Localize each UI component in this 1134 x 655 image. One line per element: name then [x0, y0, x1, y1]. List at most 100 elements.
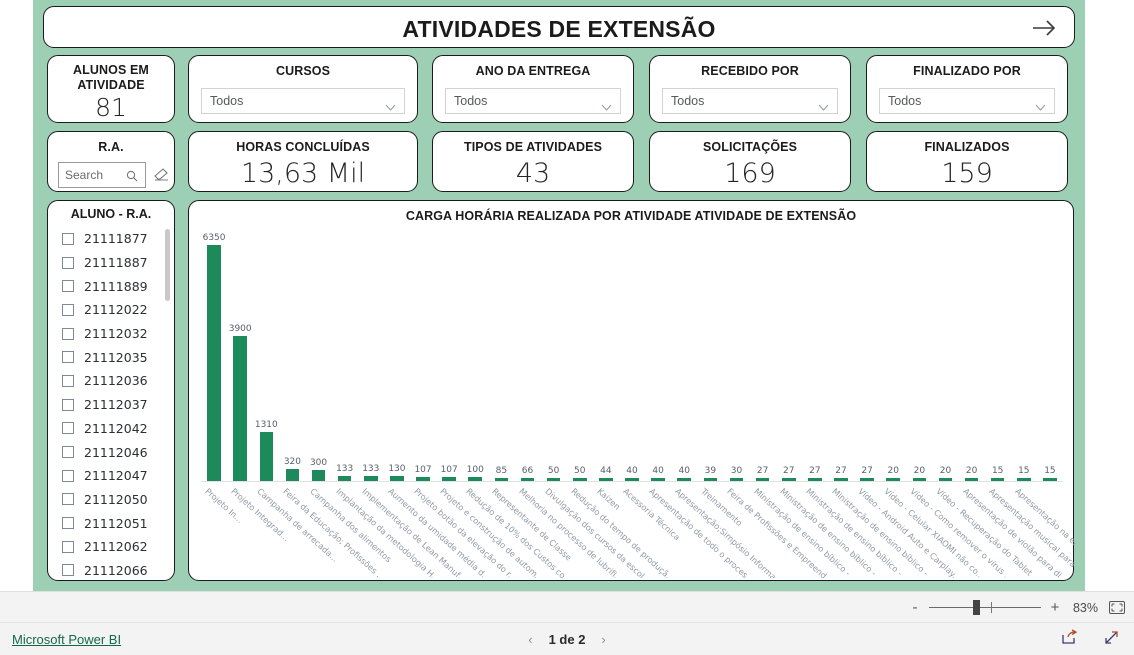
fullscreen-icon[interactable]: [1103, 629, 1120, 651]
checkbox-icon[interactable]: [62, 398, 74, 411]
checkbox-icon[interactable]: [62, 256, 74, 269]
bar-column[interactable]: 320: [284, 457, 301, 481]
bar[interactable]: [207, 245, 221, 481]
slicer-dropdown-finalizado-por[interactable]: Todos: [879, 88, 1055, 114]
bar-value-label: 20: [913, 466, 926, 476]
kpi-card-horas: HORAS CONCLUÍDAS 13,63 Mil: [188, 131, 418, 192]
checkbox-icon[interactable]: [62, 540, 74, 553]
bar-column[interactable]: 50: [546, 466, 561, 481]
bar-column[interactable]: 66: [520, 466, 535, 481]
list-item[interactable]: 21112046: [48, 440, 174, 464]
checkbox-icon[interactable]: [62, 493, 74, 506]
list-item[interactable]: 21111887: [48, 251, 174, 275]
bar-column[interactable]: 40: [677, 466, 692, 481]
bar-value-label: 6350: [202, 233, 226, 243]
bar-column[interactable]: 130: [388, 464, 406, 481]
bar[interactable]: [285, 469, 300, 481]
bar-column[interactable]: 27: [860, 466, 874, 481]
bar-column[interactable]: 107: [441, 465, 458, 481]
bar[interactable]: [311, 469, 326, 481]
aluno-list[interactable]: 21111877 21111887 21111889 21112022 21112032…: [48, 227, 174, 578]
bar-column[interactable]: 27: [834, 466, 848, 481]
report-title-banner: ATIVIDADES DE EXTENSÃO: [43, 6, 1075, 48]
share-icon[interactable]: [1061, 629, 1079, 650]
bar-column[interactable]: 15: [1017, 466, 1031, 481]
list-item-label: 21112062: [84, 539, 148, 555]
checkbox-icon[interactable]: [62, 446, 74, 459]
zoom-out-button[interactable]: -: [910, 600, 920, 615]
bar-column[interactable]: 20: [886, 466, 900, 481]
bar-column[interactable]: 20: [938, 466, 953, 481]
arrow-right-icon[interactable]: [1030, 15, 1058, 41]
slicer-ano-entrega: ANO DA ENTREGA Todos: [432, 55, 634, 123]
checkbox-icon[interactable]: [62, 303, 74, 316]
checkbox-icon[interactable]: [62, 280, 74, 293]
bar-value-label: 20: [887, 466, 899, 476]
list-item[interactable]: 21112032: [48, 322, 174, 346]
aluno-ra-list-slicer: ALUNO - R.A. 21111877 21111887 21111889 211…: [47, 200, 175, 581]
bar[interactable]: [233, 336, 247, 481]
bar-column[interactable]: 107: [414, 465, 432, 481]
bar-column[interactable]: 6350: [203, 233, 226, 481]
checkbox-icon[interactable]: [62, 232, 74, 245]
slicer-dropdown-cursos[interactable]: Todos: [201, 88, 405, 114]
list-item-label: 21112051: [84, 515, 148, 531]
list-item[interactable]: 21112022: [48, 298, 174, 322]
bar-column[interactable]: 27: [755, 466, 770, 481]
bar-column[interactable]: 39: [703, 466, 718, 481]
list-item[interactable]: 21112062: [48, 535, 174, 559]
bar-column[interactable]: 27: [781, 466, 796, 481]
list-item[interactable]: 21112066: [48, 559, 174, 578]
power-bi-brand-link[interactable]: Microsoft Power BI: [12, 632, 121, 647]
bar-column[interactable]: 20: [964, 466, 979, 481]
bar-column[interactable]: 40: [625, 466, 639, 481]
bar-column[interactable]: 20: [912, 466, 927, 481]
bar-column[interactable]: 300: [310, 458, 327, 481]
checkbox-icon[interactable]: [62, 422, 74, 435]
fit-to-page-icon[interactable]: [1109, 601, 1125, 614]
list-item[interactable]: 21111889: [48, 274, 174, 298]
list-item[interactable]: 21112050: [48, 488, 174, 512]
eraser-icon[interactable]: [154, 168, 169, 181]
bar-column[interactable]: 30: [729, 466, 744, 481]
checkbox-icon[interactable]: [62, 374, 74, 387]
bar-column[interactable]: 85: [494, 466, 509, 481]
list-item[interactable]: 21111877: [48, 227, 174, 251]
bar-value-label: 1310: [254, 420, 278, 431]
bar-column[interactable]: 50: [572, 466, 587, 481]
bar-value-label: 27: [861, 466, 873, 476]
search-input[interactable]: Search: [58, 162, 146, 188]
bar-column[interactable]: 15: [990, 466, 1005, 481]
list-item[interactable]: 21112047: [48, 464, 174, 488]
list-item-label: 21112047: [84, 468, 148, 484]
checkbox-icon[interactable]: [62, 517, 74, 530]
zoom-in-button[interactable]: +: [1050, 600, 1060, 615]
bar-column[interactable]: 40: [651, 466, 665, 481]
chevron-left-icon[interactable]: ‹: [528, 632, 532, 647]
list-item[interactable]: 21112036: [48, 369, 174, 393]
checkbox-icon[interactable]: [62, 351, 74, 364]
checkbox-icon[interactable]: [62, 564, 74, 577]
slicer-dropdown-ano-entrega[interactable]: Todos: [445, 88, 621, 114]
bar[interactable]: [259, 432, 274, 481]
bar-column[interactable]: 100: [467, 465, 484, 481]
bar-column[interactable]: 44: [599, 466, 613, 481]
page-indicator: 1 de 2: [548, 632, 586, 647]
checkbox-icon[interactable]: [62, 469, 74, 482]
slicer-dropdown-recebido-por[interactable]: Todos: [662, 88, 838, 114]
bar-column[interactable]: 15: [1043, 466, 1057, 481]
list-scrollbar[interactable]: [165, 229, 170, 301]
bar-column[interactable]: 133: [336, 464, 353, 481]
bar-column[interactable]: 133: [362, 464, 379, 481]
list-item[interactable]: 21112035: [48, 345, 174, 369]
bar-column[interactable]: 1310: [255, 420, 278, 481]
list-item[interactable]: 21112051: [48, 511, 174, 535]
chevron-right-icon[interactable]: ›: [601, 632, 605, 647]
list-item[interactable]: 21112042: [48, 417, 174, 441]
zoom-slider-thumb[interactable]: [972, 600, 980, 615]
bar-column[interactable]: 3900: [229, 324, 252, 481]
list-item[interactable]: 21112037: [48, 393, 174, 417]
checkbox-icon[interactable]: [62, 327, 74, 340]
zoom-slider[interactable]: [928, 600, 1041, 615]
bar-column[interactable]: 27: [808, 466, 822, 481]
